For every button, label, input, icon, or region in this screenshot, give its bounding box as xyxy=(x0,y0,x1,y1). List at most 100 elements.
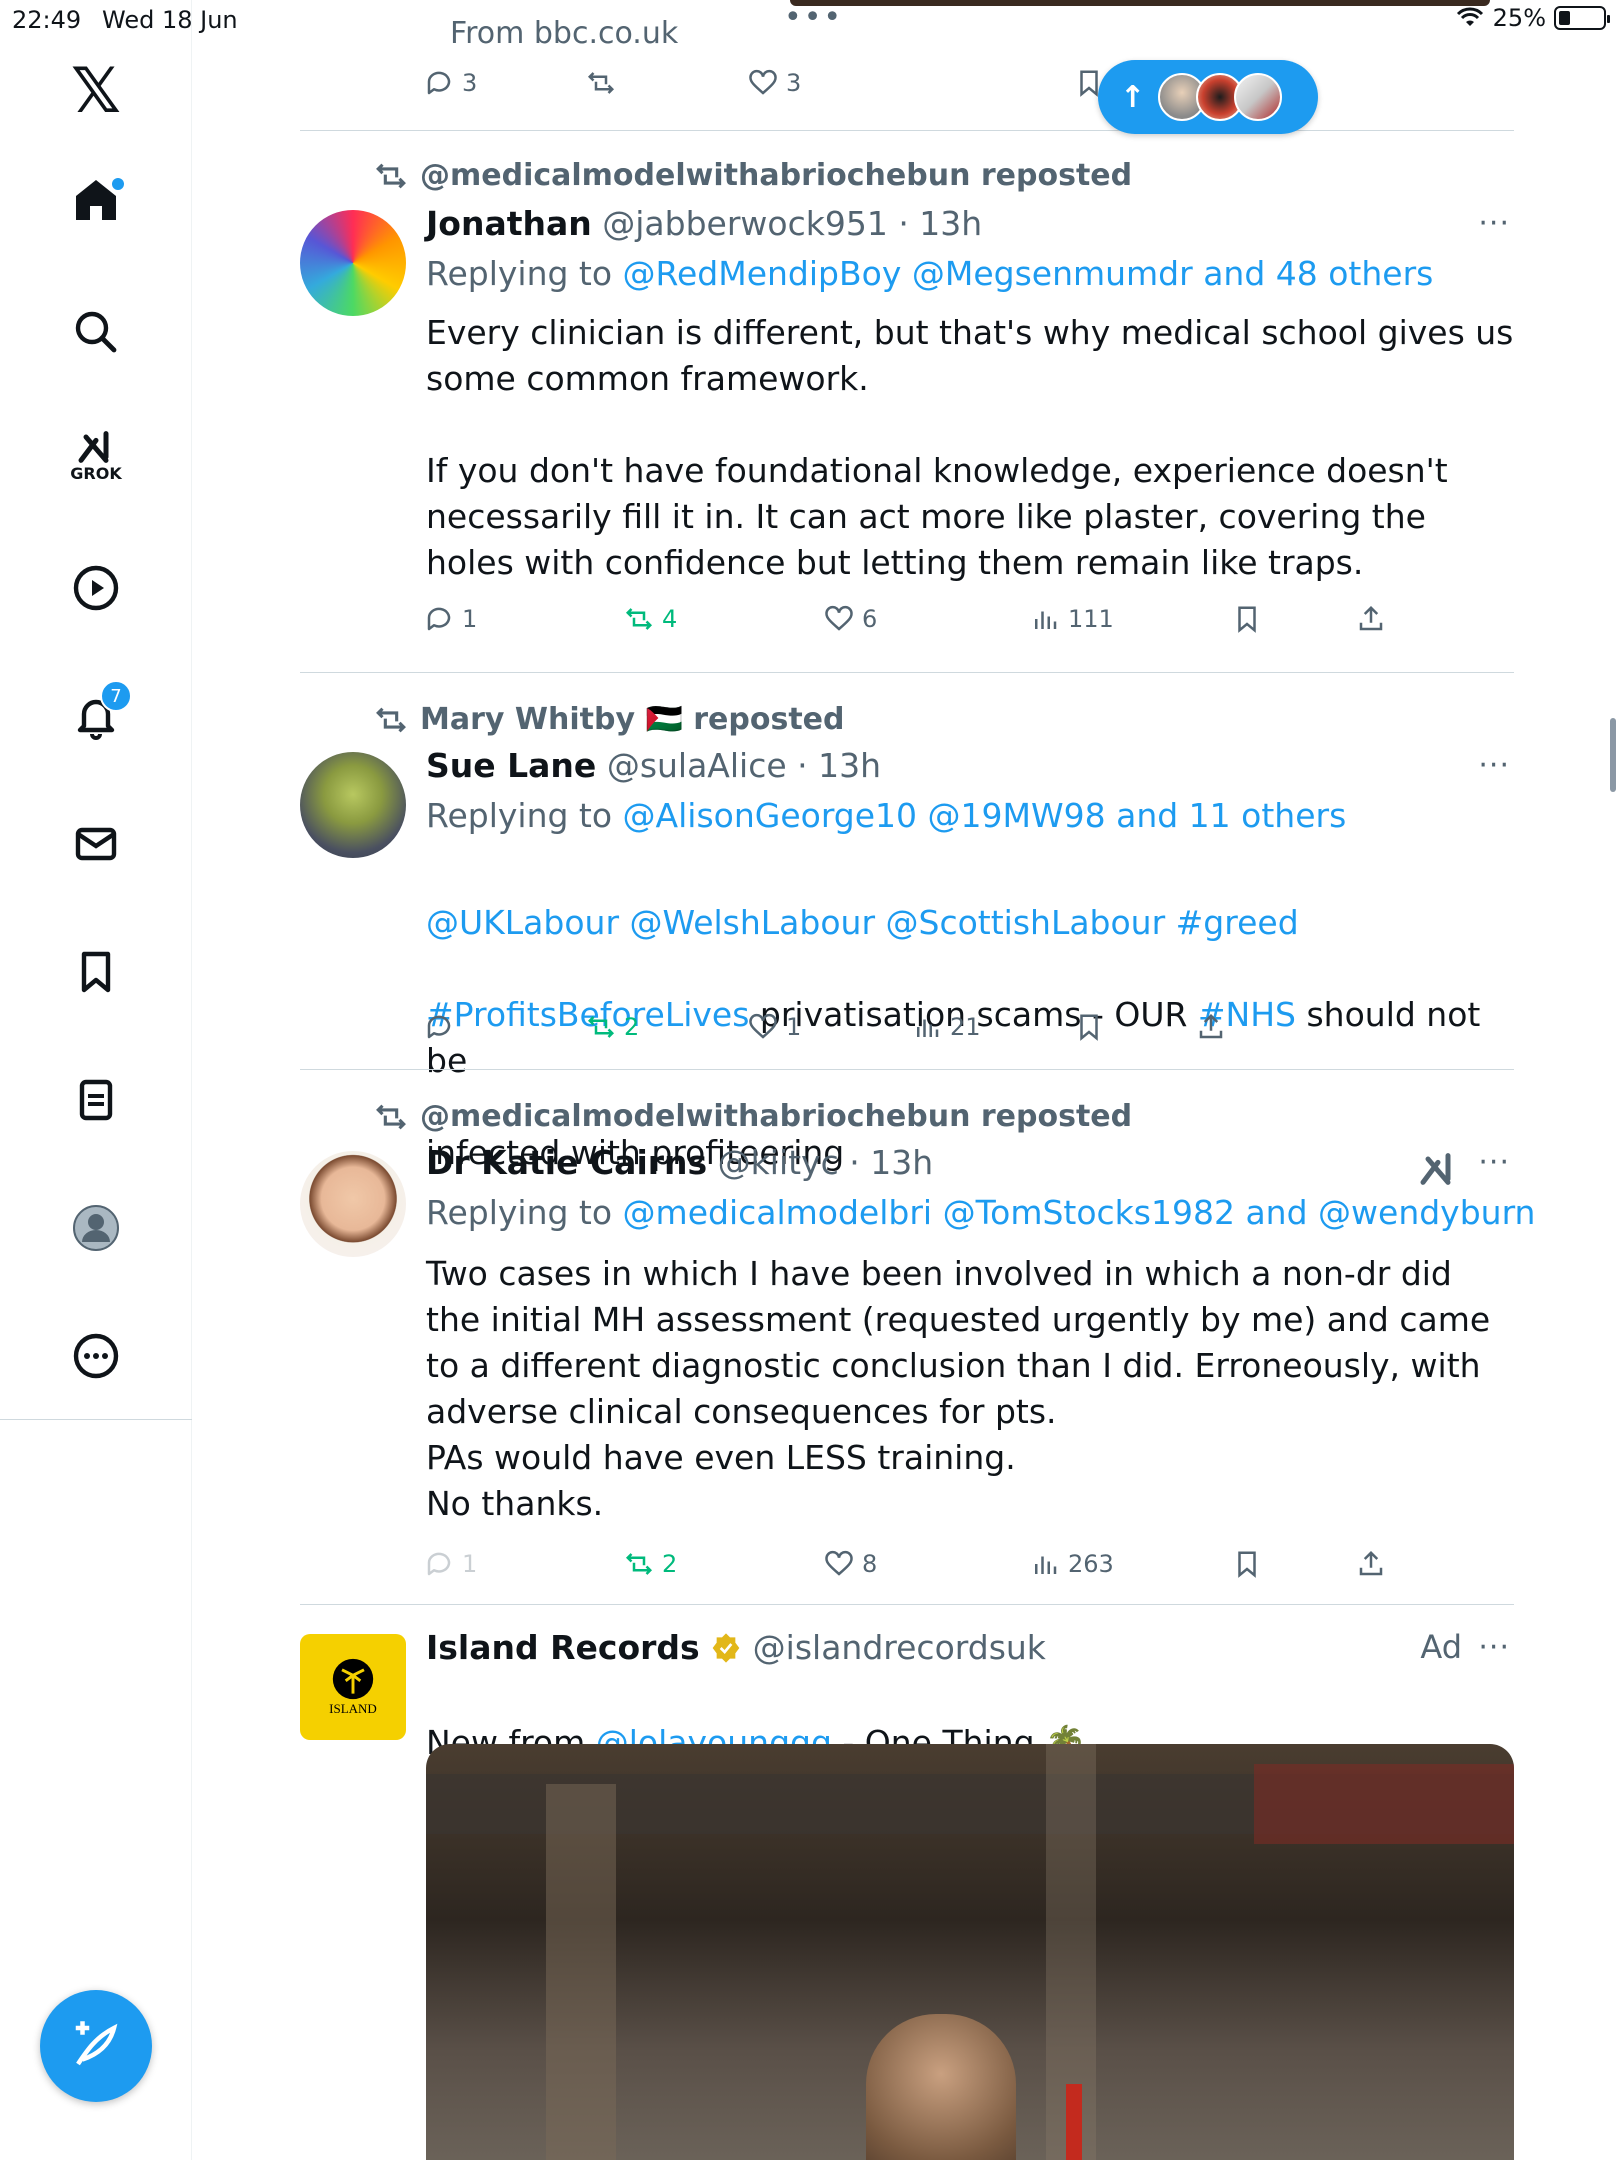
repost-icon xyxy=(376,163,406,188)
replying-to-links[interactable]: @AlisonGeorge10 @19MW98 and 11 others xyxy=(623,796,1347,835)
search-icon[interactable] xyxy=(66,302,126,362)
compose-post-button[interactable] xyxy=(40,1990,152,2102)
like-count: 8 xyxy=(862,1550,878,1578)
post-separator xyxy=(300,1604,1514,1605)
x-logo[interactable]: 𝕏 xyxy=(66,54,126,127)
x-logo-glyph: 𝕏 xyxy=(71,53,121,127)
heart-icon xyxy=(749,69,777,95)
share-button[interactable] xyxy=(1196,1012,1226,1042)
reply-button[interactable]: 1 xyxy=(424,1549,477,1579)
repost-icon xyxy=(376,707,406,732)
link-card-source[interactable]: From bbc.co.uk xyxy=(450,16,678,51)
bookmark-button[interactable] xyxy=(1074,1012,1104,1042)
post-separator xyxy=(300,130,1514,131)
views-button[interactable]: 21 xyxy=(912,1012,981,1042)
island-logo-text: ISLAND xyxy=(329,1701,377,1716)
tweet-actions: 2 1 21 xyxy=(424,1012,1514,1052)
notifications-icon[interactable]: 7 xyxy=(66,680,132,746)
ad-label: Ad xyxy=(1420,1628,1462,1666)
previous-post-image-edge xyxy=(790,0,1490,6)
media-person xyxy=(866,2014,1016,2160)
reposted-by-label[interactable]: Mary Whitby 🇵🇸 reposted xyxy=(420,702,844,737)
avatar[interactable] xyxy=(300,210,406,316)
repost-button[interactable] xyxy=(586,68,616,98)
reply-icon xyxy=(427,71,451,95)
heart-icon xyxy=(825,1550,853,1576)
bookmark-icon xyxy=(1238,1551,1256,1578)
share-button[interactable] xyxy=(1356,1549,1386,1579)
like-count: 3 xyxy=(786,69,802,97)
author-name[interactable]: Dr Katie Cairns xyxy=(426,1143,707,1182)
replying-to-label: Replying to xyxy=(426,254,613,293)
views-button[interactable]: 111 xyxy=(1030,604,1114,634)
grok-icon[interactable]: GROK xyxy=(66,424,126,484)
reply-icon xyxy=(427,607,451,631)
author-name[interactable]: Jonathan xyxy=(426,204,592,243)
author-name[interactable]: Island Records xyxy=(426,1628,700,1667)
repost-button[interactable]: 2 xyxy=(586,1012,639,1042)
avatar[interactable] xyxy=(300,752,406,858)
replying-to-label: Replying to xyxy=(426,796,613,835)
post-separator xyxy=(300,672,1514,673)
more-options-button[interactable]: ··· xyxy=(1478,748,1510,783)
media-scene xyxy=(546,1784,616,2160)
repost-context: Mary Whitby 🇵🇸 reposted xyxy=(374,702,844,737)
repost-button[interactable]: 2 xyxy=(624,1549,677,1579)
more-options-button[interactable]: ··· xyxy=(1478,1630,1510,1665)
replying-to-links[interactable]: @RedMendipBoy @Megsenmumdr and 48 others xyxy=(623,254,1434,293)
mention-links[interactable]: @UKLabour @WelshLabour @ScottishLabour #… xyxy=(426,903,1299,942)
repost-context: @medicalmodelwithabriochebun reposted xyxy=(374,1099,1132,1134)
author-name[interactable]: Sue Lane xyxy=(426,746,596,785)
reply-count: 1 xyxy=(462,1550,478,1578)
repost-button[interactable]: 4 xyxy=(624,604,677,634)
more-icon[interactable] xyxy=(66,1326,126,1386)
bookmark-button[interactable] xyxy=(1232,1549,1262,1579)
author-handle[interactable]: @jabberwock951 · 13h xyxy=(602,204,982,243)
share-button[interactable] xyxy=(1356,604,1386,634)
share-icon xyxy=(1359,1550,1383,1576)
bookmark-button[interactable] xyxy=(1232,604,1262,634)
tweet-text: Two cases in which I have been involved … xyxy=(426,1254,1491,1523)
palm-tree-logo-icon xyxy=(332,1658,374,1700)
grok-explain-icon[interactable] xyxy=(1418,1149,1458,1199)
more-options-button[interactable]: ··· xyxy=(1478,1145,1510,1180)
author-handle[interactable]: @kiityc · 13h xyxy=(718,1143,933,1182)
messages-icon[interactable] xyxy=(66,814,126,874)
view-count: 263 xyxy=(1068,1550,1114,1578)
reposted-by-label[interactable]: @medicalmodelwithabriochebun reposted xyxy=(420,1099,1132,1134)
heart-icon xyxy=(825,605,853,631)
grok-label: GROK xyxy=(70,464,122,483)
replying-to-links[interactable]: @medicalmodelbri @TomStocks1982 and @wen… xyxy=(623,1193,1536,1232)
reply-button[interactable]: 3 xyxy=(424,68,477,98)
avatar[interactable] xyxy=(300,1151,406,1257)
like-button[interactable]: 3 xyxy=(748,68,801,98)
like-button[interactable]: 8 xyxy=(824,1549,877,1579)
repost-icon xyxy=(376,1104,406,1129)
home-icon[interactable] xyxy=(66,170,126,230)
like-button[interactable]: 6 xyxy=(824,604,877,634)
promoted-video-media[interactable] xyxy=(426,1744,1514,2160)
author-handle[interactable]: @sulaAlice · 13h xyxy=(607,746,881,785)
lists-icon[interactable] xyxy=(66,1070,126,1130)
like-button[interactable]: 1 xyxy=(748,1012,801,1042)
more-options-button[interactable]: ··· xyxy=(1478,206,1510,241)
top-tweet-actions: 3 3 xyxy=(424,68,1514,108)
video-icon[interactable] xyxy=(66,558,126,618)
reply-button[interactable]: 1 xyxy=(424,604,477,634)
avatar[interactable]: ISLAND xyxy=(300,1634,406,1740)
bookmarks-icon[interactable] xyxy=(66,942,126,1002)
replying-to: Replying to @AlisonGeorge10 @19MW98 and … xyxy=(426,796,1346,835)
tweet-actions: 1 2 8 263 xyxy=(424,1549,1514,1589)
new-posts-pill[interactable]: ↑ xyxy=(1098,60,1318,134)
views-button[interactable]: 263 xyxy=(1030,1549,1114,1579)
reply-button[interactable] xyxy=(424,1012,454,1042)
tweet-text: Every clinician is different, but that's… xyxy=(426,313,1514,582)
profile-icon[interactable] xyxy=(66,1198,126,1258)
scrollbar[interactable] xyxy=(1610,718,1616,792)
battery-icon xyxy=(1554,6,1610,30)
author-handle[interactable]: @islandrecordsuk xyxy=(753,1628,1046,1667)
tweet-header: Dr Katie Cairns @kiityc · 13h xyxy=(426,1143,933,1182)
repost-context: @medicalmodelwithabriochebun reposted xyxy=(374,158,1132,193)
reposted-by-label[interactable]: @medicalmodelwithabriochebun reposted xyxy=(420,158,1132,193)
repost-icon xyxy=(625,1553,653,1575)
